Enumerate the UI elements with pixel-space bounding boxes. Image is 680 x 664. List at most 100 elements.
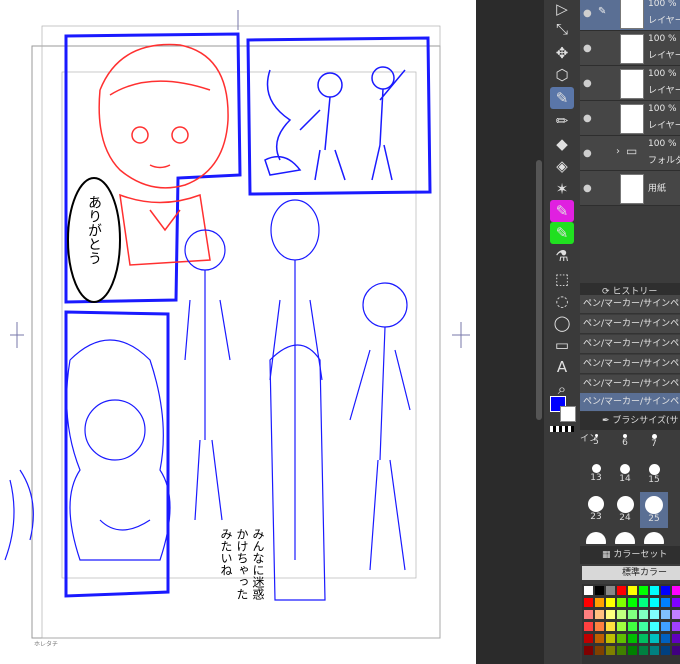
color-swatch[interactable] (617, 646, 626, 655)
eye-icon[interactable]: ● (583, 43, 592, 54)
drawing-canvas[interactable]: ありがとう みんなに迷惑 かけちゃった みたいね ホレタチ (0, 0, 476, 664)
chevron-right-icon[interactable]: › (616, 146, 620, 157)
color-swatch[interactable] (606, 610, 615, 619)
color-swatch[interactable] (606, 598, 615, 607)
color-swatch[interactable] (650, 622, 659, 631)
brush-size-24[interactable]: 24 (611, 492, 639, 528)
color-swatch[interactable] (672, 622, 680, 631)
color-swatch[interactable] (639, 622, 648, 631)
color-swatch[interactable] (584, 586, 593, 595)
color-swatch[interactable] (650, 586, 659, 595)
color-swatch[interactable] (650, 634, 659, 643)
brush-size-23[interactable]: 23 (582, 492, 610, 528)
operation-tool-icon[interactable]: ▷ (550, 0, 574, 20)
color-swatch[interactable] (595, 610, 604, 619)
color-swatch[interactable] (584, 646, 593, 655)
history-item[interactable]: ペン/マーカー/サインペン (580, 393, 680, 412)
color-swatch[interactable] (672, 634, 680, 643)
layer-row[interactable]: ● 100 % レイヤー (580, 31, 680, 66)
color-swatch[interactable] (672, 598, 680, 607)
color-swatch[interactable] (639, 634, 648, 643)
color-swatch[interactable] (628, 634, 637, 643)
color-swatch[interactable] (672, 610, 680, 619)
brush-size-13[interactable]: 13 (582, 460, 610, 496)
layer-row[interactable]: ● 100 % レイヤー (580, 66, 680, 101)
color-swatch[interactable] (595, 646, 604, 655)
color-swatch[interactable] (661, 610, 670, 619)
color-swatch[interactable] (661, 598, 670, 607)
eye-icon[interactable]: ● (583, 78, 592, 89)
color-swatch[interactable] (639, 646, 648, 655)
color-swatch[interactable] (617, 634, 626, 643)
color-swatch[interactable] (584, 622, 593, 631)
eye-icon[interactable]: ● (583, 8, 592, 19)
color-swatch[interactable] (584, 598, 593, 607)
history-item[interactable]: ペン/マーカー/サインペン (580, 335, 680, 354)
eyedropper-tool-icon[interactable]: ⚗ (550, 245, 574, 267)
color-swatch-grid[interactable] (582, 584, 680, 664)
color-swatch[interactable] (606, 622, 615, 631)
color-set-panel-header[interactable]: ▦ カラーセット (580, 546, 680, 564)
color-swatch[interactable] (650, 610, 659, 619)
color-swatch[interactable] (628, 598, 637, 607)
transform-tool-icon[interactable]: ⬡ (550, 64, 574, 86)
color-swatch[interactable] (628, 610, 637, 619)
color-swatch[interactable] (617, 586, 626, 595)
color-swatch[interactable] (606, 646, 615, 655)
color-swatch[interactable] (639, 598, 648, 607)
eye-icon[interactable]: ● (583, 148, 592, 159)
color-swatch[interactable] (584, 610, 593, 619)
vertical-scrollbar[interactable] (536, 160, 542, 420)
color-swatch[interactable] (617, 598, 626, 607)
color-swatch[interactable] (628, 646, 637, 655)
paper-layer-row[interactable]: ● 用紙 (580, 171, 680, 206)
custom-brush-magenta-icon[interactable]: ✎ (550, 200, 574, 222)
color-swatch[interactable] (639, 586, 648, 595)
balloon-tool-icon[interactable]: ◯ (550, 312, 574, 334)
color-swatch[interactable] (595, 598, 604, 607)
color-swatch[interactable] (672, 586, 680, 595)
history-item[interactable]: ペン/マーカー/サインペン (580, 295, 680, 314)
move-tool-icon[interactable]: ✥ (550, 42, 574, 64)
magic-wand-icon[interactable]: ✶ (550, 178, 574, 200)
color-swatch[interactable] (661, 622, 670, 631)
brush-size-25[interactable]: 25 (640, 492, 668, 528)
folder-row[interactable]: ● › ▭ 100 % フォルダー (580, 136, 680, 171)
transparent-color-icon[interactable] (550, 426, 574, 432)
color-swatch[interactable] (639, 610, 648, 619)
color-swatch[interactable] (661, 586, 670, 595)
color-swatch[interactable] (661, 646, 670, 655)
color-swatch[interactable] (628, 622, 637, 631)
brush-size-panel-header[interactable]: ✒ ブラシサイズ(サイン (580, 412, 680, 444)
brush-size-14[interactable]: 14 (611, 460, 639, 496)
layer-move-tool-icon[interactable]: ⤡ (550, 18, 574, 40)
color-swatch[interactable] (617, 610, 626, 619)
fill-tool-icon[interactable]: ◈ (550, 155, 574, 177)
lasso-tool-icon[interactable]: ◌ (550, 290, 574, 312)
color-swatch[interactable] (595, 634, 604, 643)
color-swatch[interactable] (595, 622, 604, 631)
color-set-select[interactable]: 標準カラー (582, 566, 680, 580)
brush-size-15[interactable]: 15 (640, 460, 668, 496)
color-swatch[interactable] (617, 622, 626, 631)
frame-tool-icon[interactable]: ▭ (550, 334, 574, 356)
sub-color-swatch[interactable] (560, 406, 576, 422)
history-item[interactable]: ペン/マーカー/サインペン (580, 355, 680, 374)
history-item[interactable]: ペン/マーカー/サインペン (580, 375, 680, 394)
pen-tool-icon[interactable]: ✎ (550, 87, 574, 109)
color-swatch[interactable] (595, 586, 604, 595)
eraser-tool-icon[interactable]: ◆ (550, 133, 574, 155)
color-swatch[interactable] (628, 586, 637, 595)
text-tool-icon[interactable]: A (550, 356, 574, 378)
eye-icon[interactable]: ● (583, 183, 592, 194)
color-swatch[interactable] (650, 646, 659, 655)
color-swatch[interactable] (661, 634, 670, 643)
layer-row[interactable]: ● 100 % レイヤー (580, 101, 680, 136)
color-swatch[interactable] (606, 586, 615, 595)
layer-row[interactable]: ● ✎ 100 % レイヤー (580, 0, 680, 31)
history-item[interactable]: ペン/マーカー/サインペン (580, 315, 680, 334)
color-swatch[interactable] (650, 598, 659, 607)
eye-icon[interactable]: ● (583, 113, 592, 124)
pencil-tool-icon[interactable]: ✏ (550, 110, 574, 132)
color-swatch[interactable] (672, 646, 680, 655)
